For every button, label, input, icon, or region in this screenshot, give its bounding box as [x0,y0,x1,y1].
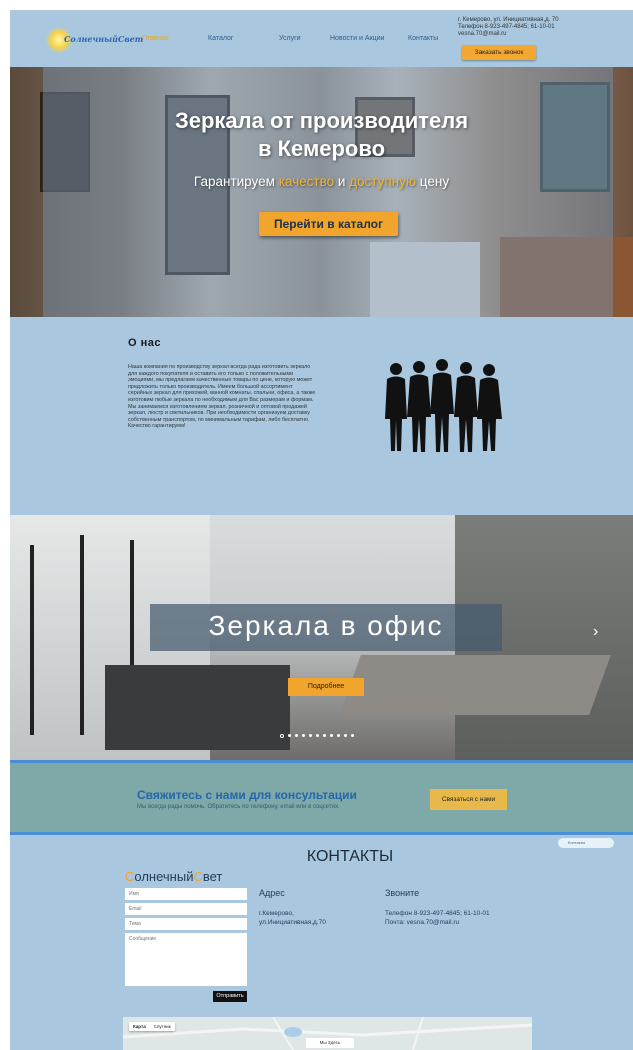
message-field[interactable] [125,933,247,986]
nav-contacts[interactable]: Контакты [408,35,438,42]
hero-sub-end: цену [416,174,450,189]
consult-title: Свяжитесь с нами для консультации [137,788,357,802]
call-heading: Звоните [385,888,420,898]
contact-us-button[interactable]: Связаться с нами [430,789,507,810]
slider-dot[interactable] [351,734,354,737]
brand-letter: С [193,869,203,884]
hero-sub-mid: и [334,174,350,189]
table-decor [339,655,611,715]
subject-field[interactable] [125,918,247,930]
frame-decor [30,545,34,735]
header-email[interactable]: vesna.70@mail.ru [458,31,559,38]
map-type-tabs: Карта Спутник [129,1022,175,1031]
hero-subtitle: Гарантируем качество и доступную цену [10,174,633,189]
header-address: г. Кемерово, ул. Инициативная,д. 70 [458,17,559,23]
office-title: Зеркала в офис [208,610,444,641]
business-people-icon [385,359,502,452]
slider-dot[interactable] [309,734,312,737]
hero-sub-affordable: доступную [349,174,417,189]
slider-dot[interactable] [337,734,340,737]
email-field[interactable] [125,903,247,915]
slider-dot[interactable] [316,734,319,737]
contacts-section: Контакты КОНТАКТЫ СолнечныйСвет Отправит… [10,835,633,1050]
name-field[interactable] [125,888,247,900]
address-line: ул.Инициативная,д.70 [259,919,326,926]
site-header: СолнечныйСвет Главная Каталог Услуги Нов… [10,10,633,67]
hero-title-line1: Зеркала от производителя [174,108,469,133]
hero-sub-start: Гарантируем [193,174,279,189]
address-text: г.Кемерово, ул.Инициативная,д.70 [259,909,326,927]
consult-subtitle: Мы всегда рады помочь. Обратитесь по тел… [137,804,340,810]
slider-dot[interactable] [302,734,305,737]
brand-part: вет [202,869,223,884]
header-contacts: г. Кемерово, ул. Инициативная,д. 70 Теле… [458,17,559,38]
hero-title: Зеркала от производителя в Кемерово [10,107,633,163]
nav-services[interactable]: Услуги [279,35,301,42]
more-button[interactable]: Подробнее [288,678,364,696]
go-to-catalog-button[interactable]: Перейти в каталог [259,212,398,236]
map-tab-map[interactable]: Карта [129,1022,150,1031]
nav-catalog[interactable]: Каталог [208,35,233,42]
hero-sub-quality: качество [278,174,335,189]
cabinet-decor [105,665,290,750]
contacts-title: КОНТАКТЫ [306,848,394,865]
hero-title-line2: в Кемерово [257,136,386,161]
slider-dot[interactable] [295,734,298,737]
slider-dot[interactable] [344,734,347,737]
about-title: О нас [128,337,161,349]
consultation-section: Свяжитесь с нами для консультации Мы все… [10,760,633,835]
nav-news[interactable]: Новости и Акции [330,35,384,42]
map-tab-satellite[interactable]: Спутник [150,1022,175,1031]
slider-dot[interactable] [280,734,284,738]
send-button[interactable]: Отправить [213,991,247,1002]
address-heading: Адрес [259,888,285,898]
chevron-right-icon[interactable]: › [593,623,605,643]
callback-button[interactable]: Заказать звонок [462,45,536,60]
contacts-widget[interactable]: Контакты [558,838,614,848]
brand-part: олнечный [134,869,194,884]
logo-text: СолнечныйСвет [64,34,144,44]
frame-decor [80,535,84,735]
about-section: О нас Наша компания по производству зерк… [10,317,633,515]
brand-letter: С [125,869,135,884]
slider-dot[interactable] [288,734,291,737]
site-logo[interactable]: СолнечныйСвет [46,27,143,53]
slider-dot[interactable] [323,734,326,737]
about-text: Наша компания по производству зеркал все… [128,364,316,430]
header-phone: Телефон 8-923-497-4845; 61-10-01 [458,24,555,30]
mail-line[interactable]: Почта: vesna.70@mail.ru [385,918,490,927]
nav-home[interactable]: Главная [142,35,169,42]
phone-line: Телефон 8-923-497-4845; 61-10-01 [385,910,490,917]
slider-dot[interactable] [330,734,333,737]
call-text: Телефон 8-923-497-4845; 61-10-01 Почта: … [385,909,490,927]
contacts-brand: СолнечныйСвет [125,869,222,884]
address-line: г.Кемерово, [259,910,294,917]
office-slider: Зеркала в офис Подробнее › [10,515,633,760]
hero-banner: Зеркала от производителя в Кемерово Гара… [10,67,633,317]
hero-overlay [43,67,613,317]
map-widget[interactable]: Карта Спутник Мы Здесь [123,1017,532,1050]
map-location-label[interactable]: Мы Здесь [306,1038,354,1048]
slider-dots [280,734,354,740]
